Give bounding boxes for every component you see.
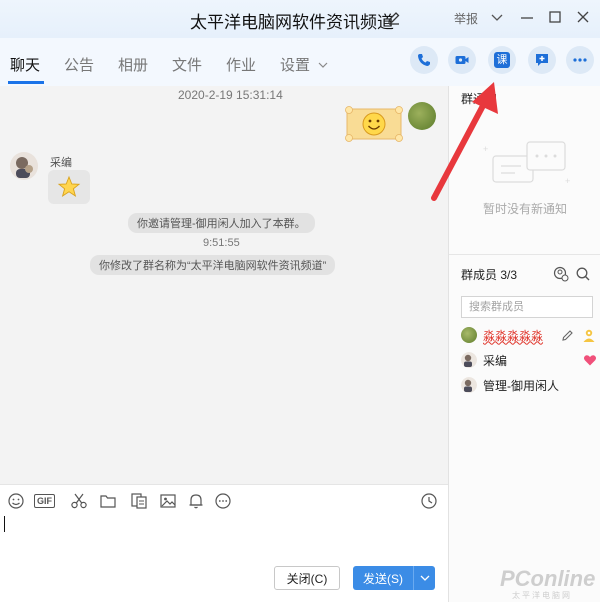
add-app-button[interactable] (528, 46, 556, 74)
send-options-dropdown[interactable] (414, 573, 435, 583)
member-avatar (461, 327, 477, 343)
incoming-sticker-message[interactable] (48, 170, 90, 204)
sender-avatar[interactable] (10, 152, 38, 180)
clock-icon[interactable] (420, 492, 438, 510)
message-timestamp: 2020-2-19 15:31:14 (178, 88, 283, 102)
chat-messages[interactable]: 2020-2-19 15:31:14 采编 你邀请管理-御用闲人加入了本群。 9… (0, 86, 448, 484)
more-button[interactable] (566, 46, 594, 74)
folder-icon[interactable] (99, 492, 117, 510)
tab-settings[interactable]: 设置 (280, 54, 328, 75)
scissors-icon[interactable] (70, 492, 88, 510)
image-icon[interactable] (159, 492, 177, 510)
class-icon: 课 (494, 52, 510, 68)
report-link[interactable]: 举报 (454, 8, 478, 28)
member-name: 管理-御用闲人 (483, 378, 559, 393)
tab-settings-label: 设置 (280, 57, 311, 74)
emoji-icon[interactable] (7, 492, 25, 510)
search-icon[interactable] (575, 266, 591, 282)
window-title: 太平洋电脑网软件资讯频道 (190, 13, 394, 32)
tab-chat[interactable]: 聊天 (10, 54, 40, 75)
title-bar: 太平洋电脑网软件资讯频道 举报 (0, 0, 600, 38)
member-row[interactable]: 淼淼淼淼淼 (461, 324, 597, 346)
gif-icon[interactable]: GIF (34, 492, 58, 510)
more-icon (573, 58, 587, 62)
chevron-down-icon (420, 575, 429, 581)
outgoing-sticker-message[interactable] (344, 104, 404, 144)
divider (449, 254, 600, 255)
gif-label: GIF (34, 494, 55, 508)
chevron-down-icon (318, 62, 328, 68)
sender-name: 采编 (50, 157, 72, 169)
system-message: 你修改了群名称为“太平洋电脑网软件资讯频道” (90, 255, 336, 275)
add-app-icon (536, 54, 548, 66)
chevron-down-icon[interactable] (490, 8, 504, 28)
send-button[interactable]: 发送(S) (353, 566, 435, 590)
message-timestamp: 9:51:55 (203, 237, 240, 249)
star-icon (57, 175, 81, 198)
bell-icon[interactable] (187, 492, 205, 510)
tab-bar: 聊天 公告 相册 文件 作业 设置 课 (0, 38, 600, 86)
video-icon (455, 56, 469, 64)
send-button-label: 发送(S) (363, 571, 403, 586)
watermark-logo: PConline (500, 566, 596, 591)
member-avatar (461, 352, 477, 368)
edit-title-icon[interactable] (386, 10, 402, 26)
member-row[interactable]: 管理-御用闲人 (461, 374, 597, 396)
document-icon[interactable] (130, 492, 148, 510)
minimize-icon[interactable] (520, 8, 534, 28)
close-icon[interactable] (576, 8, 590, 28)
watermark-subtitle: 太平洋电脑网 (512, 591, 572, 600)
close-button[interactable]: 关闭(C) (274, 566, 340, 590)
tab-album[interactable]: 相册 (118, 54, 148, 75)
member-avatar (461, 377, 477, 393)
members-title: 群成员 3/3 (461, 268, 518, 282)
annotation-arrow (431, 82, 498, 201)
member-search-input[interactable] (461, 296, 593, 318)
invite-member-icon[interactable] (553, 266, 569, 282)
input-toolbar: GIF (0, 484, 448, 516)
more-circle-icon[interactable] (214, 492, 232, 510)
active-tab-indicator (8, 81, 44, 84)
group-owner-icon (583, 329, 595, 342)
tab-files[interactable]: 文件 (172, 54, 202, 75)
tab-announcement[interactable]: 公告 (64, 54, 94, 75)
member-name: 淼淼淼淼淼 (483, 328, 544, 343)
edit-icon[interactable] (561, 328, 575, 342)
phone-icon (418, 54, 430, 66)
maximize-icon[interactable] (548, 8, 562, 28)
text-caret (4, 516, 5, 532)
class-icon-label: 课 (496, 53, 508, 66)
member-name: 采编 (483, 353, 508, 368)
smiley-sticker-icon (345, 106, 403, 142)
tab-homework[interactable]: 作业 (226, 54, 256, 75)
heart-icon (583, 355, 597, 366)
svg-text:+: + (565, 176, 570, 186)
member-row[interactable]: 采编 (461, 349, 597, 371)
system-message: 你邀请管理-御用闲人加入了本群。 (128, 213, 315, 233)
